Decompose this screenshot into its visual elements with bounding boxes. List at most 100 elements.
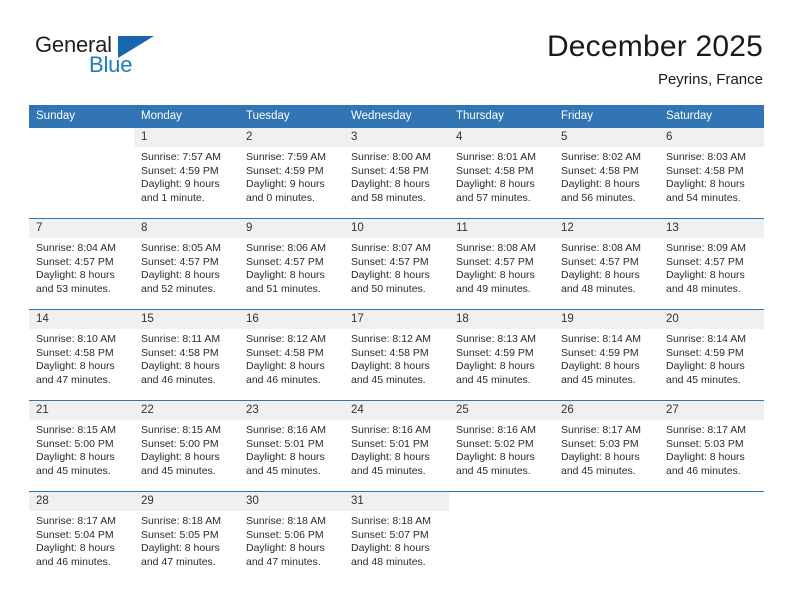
daylight-text: Daylight: 8 hours bbox=[666, 360, 745, 373]
sunrise-text: Sunrise: 8:08 AM bbox=[561, 242, 641, 254]
daylight-text: and 50 minutes. bbox=[351, 282, 426, 295]
sunrise-text: Sunrise: 7:57 AM bbox=[141, 151, 221, 163]
sunset-text: Sunset: 5:00 PM bbox=[141, 437, 219, 450]
day-number: 12 bbox=[554, 219, 659, 238]
calendar-week-row: 7 Sunrise: 8:04 AM Sunset: 4:57 PM Daylight… bbox=[29, 218, 764, 310]
day-cell-3[interactable]: 3 Sunrise: 8:00 AM Sunset: 4:58 PM Daylight… bbox=[344, 128, 449, 218]
calendar-cell: 3 Sunrise: 8:00 AM Sunset: 4:58 PM Daylight… bbox=[344, 127, 449, 219]
sunrise-text: Sunrise: 8:13 AM bbox=[456, 333, 536, 345]
sunrise-text: Sunrise: 8:10 AM bbox=[36, 333, 116, 345]
sunset-text: Sunset: 4:59 PM bbox=[561, 346, 639, 359]
daylight-text: Daylight: 8 hours bbox=[141, 360, 220, 373]
calendar-cell bbox=[554, 491, 659, 582]
calendar-cell: 1 Sunrise: 7:57 AM Sunset: 4:59 PM Daylight… bbox=[134, 127, 239, 219]
daylight-text: and 45 minutes. bbox=[351, 464, 426, 477]
calendar-cell: 31 Sunrise: 8:18 AM Sunset: 5:07 PM Dayligh… bbox=[344, 491, 449, 582]
day-number: 27 bbox=[659, 401, 764, 420]
day-cell-23[interactable]: 23 Sunrise: 8:16 AM Sunset: 5:01 PM Dayligh… bbox=[239, 401, 344, 491]
sunset-text: Sunset: 4:59 PM bbox=[456, 346, 534, 359]
daylight-text: Daylight: 8 hours bbox=[36, 269, 115, 282]
sunrise-text: Sunrise: 8:08 AM bbox=[456, 242, 536, 254]
sunrise-text: Sunrise: 8:16 AM bbox=[351, 424, 431, 436]
calendar-week-row: 14 Sunrise: 8:10 AM Sunset: 4:58 PM Dayligh… bbox=[29, 309, 764, 401]
day-cell-29[interactable]: 29 Sunrise: 8:18 AM Sunset: 5:05 PM Dayligh… bbox=[134, 492, 239, 582]
day-cell-27[interactable]: 27 Sunrise: 8:17 AM Sunset: 5:03 PM Dayligh… bbox=[659, 401, 764, 491]
day-cell-8[interactable]: 8 Sunrise: 8:05 AM Sunset: 4:57 PM Daylight… bbox=[134, 219, 239, 309]
day-cell-15[interactable]: 15 Sunrise: 8:11 AM Sunset: 4:58 PM Dayligh… bbox=[134, 310, 239, 400]
calendar-cell: 23 Sunrise: 8:16 AM Sunset: 5:01 PM Dayligh… bbox=[239, 400, 344, 492]
day-cell-10[interactable]: 10 Sunrise: 8:07 AM Sunset: 4:57 PM Dayligh… bbox=[344, 219, 449, 309]
day-cell-9[interactable]: 9 Sunrise: 8:06 AM Sunset: 4:57 PM Daylight… bbox=[239, 219, 344, 309]
day-cell-24[interactable]: 24 Sunrise: 8:16 AM Sunset: 5:01 PM Dayligh… bbox=[344, 401, 449, 491]
calendar-week-row: 28 Sunrise: 8:17 AM Sunset: 5:04 PM Dayligh… bbox=[29, 491, 764, 582]
day-cell-5[interactable]: 5 Sunrise: 8:02 AM Sunset: 4:58 PM Daylight… bbox=[554, 128, 659, 218]
sunrise-text: Sunrise: 8:17 AM bbox=[561, 424, 641, 436]
day-cell-17[interactable]: 17 Sunrise: 8:12 AM Sunset: 4:58 PM Dayligh… bbox=[344, 310, 449, 400]
sunset-text: Sunset: 4:57 PM bbox=[36, 255, 114, 268]
daylight-text: Daylight: 8 hours bbox=[666, 269, 745, 282]
calendar-cell: 6 Sunrise: 8:03 AM Sunset: 4:58 PM Daylight… bbox=[659, 127, 764, 219]
sunrise-text: Sunrise: 8:18 AM bbox=[141, 515, 221, 527]
sunset-text: Sunset: 4:57 PM bbox=[351, 255, 429, 268]
day-details: Sunrise: 7:59 AM Sunset: 4:59 PM Daylight:… bbox=[239, 147, 344, 205]
day-cell-18[interactable]: 18 Sunrise: 8:13 AM Sunset: 4:59 PM Dayligh… bbox=[449, 310, 554, 400]
day-cell-13[interactable]: 13 Sunrise: 8:09 AM Sunset: 4:57 PM Dayligh… bbox=[659, 219, 764, 309]
sunrise-text: Sunrise: 8:05 AM bbox=[141, 242, 221, 254]
day-cell-28[interactable]: 28 Sunrise: 8:17 AM Sunset: 5:04 PM Dayligh… bbox=[29, 492, 134, 582]
day-cell-31[interactable]: 31 Sunrise: 8:18 AM Sunset: 5:07 PM Dayligh… bbox=[344, 492, 449, 582]
day-details: Sunrise: 8:13 AM Sunset: 4:59 PM Daylight:… bbox=[449, 329, 554, 387]
day-cell-22[interactable]: 22 Sunrise: 8:15 AM Sunset: 5:00 PM Dayligh… bbox=[134, 401, 239, 491]
day-cell-25[interactable]: 25 Sunrise: 8:16 AM Sunset: 5:02 PM Dayligh… bbox=[449, 401, 554, 491]
day-number: 21 bbox=[29, 401, 134, 420]
sunrise-text: Sunrise: 8:04 AM bbox=[36, 242, 116, 254]
calendar-cell: 25 Sunrise: 8:16 AM Sunset: 5:02 PM Dayligh… bbox=[449, 400, 554, 492]
weekday-header-wednesday: Wednesday bbox=[344, 105, 449, 128]
sunrise-text: Sunrise: 8:18 AM bbox=[351, 515, 431, 527]
day-cell-19[interactable]: 19 Sunrise: 8:14 AM Sunset: 4:59 PM Dayligh… bbox=[554, 310, 659, 400]
day-number: 18 bbox=[449, 310, 554, 329]
calendar-cell: 21 Sunrise: 8:15 AM Sunset: 5:00 PM Dayligh… bbox=[29, 400, 134, 492]
day-cell-11[interactable]: 11 Sunrise: 8:08 AM Sunset: 4:57 PM Dayligh… bbox=[449, 219, 554, 309]
day-cell-6[interactable]: 6 Sunrise: 8:03 AM Sunset: 4:58 PM Daylight… bbox=[659, 128, 764, 218]
calendar-cell: 22 Sunrise: 8:15 AM Sunset: 5:00 PM Dayligh… bbox=[134, 400, 239, 492]
day-details: Sunrise: 8:10 AM Sunset: 4:58 PM Daylight:… bbox=[29, 329, 134, 387]
daylight-text: and 46 minutes. bbox=[36, 555, 111, 568]
day-cell-12[interactable]: 12 Sunrise: 8:08 AM Sunset: 4:57 PM Dayligh… bbox=[554, 219, 659, 309]
day-cell-20[interactable]: 20 Sunrise: 8:14 AM Sunset: 4:59 PM Dayligh… bbox=[659, 310, 764, 400]
sunset-text: Sunset: 5:03 PM bbox=[561, 437, 639, 450]
sunset-text: Sunset: 4:57 PM bbox=[666, 255, 744, 268]
day-details: Sunrise: 8:12 AM Sunset: 4:58 PM Daylight:… bbox=[239, 329, 344, 387]
day-number: 8 bbox=[134, 219, 239, 238]
day-details: Sunrise: 8:17 AM Sunset: 5:04 PM Daylight:… bbox=[29, 511, 134, 569]
day-number: 28 bbox=[29, 492, 134, 511]
weekday-header-saturday: Saturday bbox=[659, 105, 764, 128]
day-cell-16[interactable]: 16 Sunrise: 8:12 AM Sunset: 4:58 PM Dayligh… bbox=[239, 310, 344, 400]
sunrise-text: Sunrise: 8:14 AM bbox=[666, 333, 746, 345]
day-number: 22 bbox=[134, 401, 239, 420]
day-number: 4 bbox=[449, 128, 554, 147]
daylight-text: Daylight: 9 hours bbox=[246, 178, 325, 191]
day-number: 23 bbox=[239, 401, 344, 420]
sunrise-text: Sunrise: 8:16 AM bbox=[246, 424, 326, 436]
day-details: Sunrise: 8:15 AM Sunset: 5:00 PM Daylight:… bbox=[29, 420, 134, 478]
day-details: Sunrise: 7:57 AM Sunset: 4:59 PM Daylight:… bbox=[134, 147, 239, 205]
day-cell-2[interactable]: 2 Sunrise: 7:59 AM Sunset: 4:59 PM Daylight… bbox=[239, 128, 344, 218]
day-cell-30[interactable]: 30 Sunrise: 8:18 AM Sunset: 5:06 PM Dayligh… bbox=[239, 492, 344, 582]
day-cell-7[interactable]: 7 Sunrise: 8:04 AM Sunset: 4:57 PM Daylight… bbox=[29, 219, 134, 309]
day-cell-14[interactable]: 14 Sunrise: 8:10 AM Sunset: 4:58 PM Dayligh… bbox=[29, 310, 134, 400]
day-cell-4[interactable]: 4 Sunrise: 8:01 AM Sunset: 4:58 PM Daylight… bbox=[449, 128, 554, 218]
day-cell-1[interactable]: 1 Sunrise: 7:57 AM Sunset: 4:59 PM Daylight… bbox=[134, 128, 239, 218]
day-number: 10 bbox=[344, 219, 449, 238]
day-number: 9 bbox=[239, 219, 344, 238]
sunrise-text: Sunrise: 8:01 AM bbox=[456, 151, 536, 163]
sunset-text: Sunset: 4:58 PM bbox=[456, 164, 534, 177]
sunrise-text: Sunrise: 8:14 AM bbox=[561, 333, 641, 345]
day-cell-21[interactable]: 21 Sunrise: 8:15 AM Sunset: 5:00 PM Dayligh… bbox=[29, 401, 134, 491]
daylight-text: Daylight: 8 hours bbox=[36, 451, 115, 464]
calendar-cell: 26 Sunrise: 8:17 AM Sunset: 5:03 PM Dayligh… bbox=[554, 400, 659, 492]
day-cell-26[interactable]: 26 Sunrise: 8:17 AM Sunset: 5:03 PM Dayligh… bbox=[554, 401, 659, 491]
day-number: 31 bbox=[344, 492, 449, 511]
weekday-header-row: Sunday Monday Tuesday Wednesday Thursday Frid… bbox=[29, 105, 764, 128]
day-number: 2 bbox=[239, 128, 344, 147]
daylight-text: and 45 minutes. bbox=[36, 464, 111, 477]
